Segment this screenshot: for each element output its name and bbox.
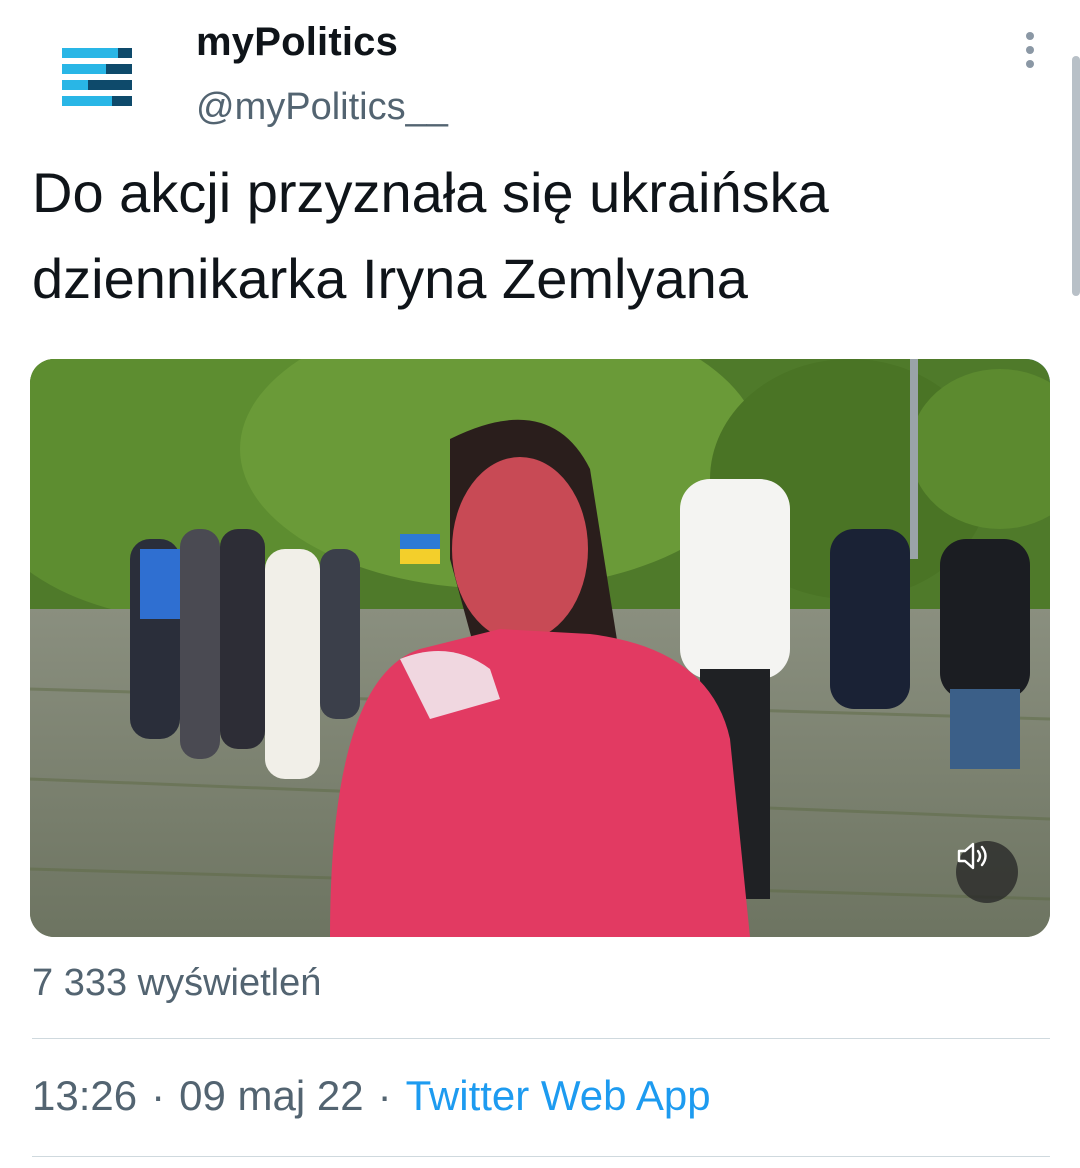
speaker-muted-icon bbox=[957, 842, 987, 870]
view-count: 7 333 wyświetleń bbox=[32, 962, 322, 1004]
scrollbar-thumb[interactable] bbox=[1072, 56, 1080, 296]
author-avatar[interactable] bbox=[58, 40, 136, 118]
video-frame bbox=[30, 359, 1050, 937]
meta-separator: · bbox=[151, 1072, 166, 1119]
tweet-date[interactable]: 09 maj 22 bbox=[179, 1072, 363, 1119]
author-handle[interactable]: @myPolitics__ bbox=[196, 86, 448, 129]
meta-separator: · bbox=[377, 1072, 392, 1119]
author-name[interactable]: myPolitics bbox=[196, 20, 398, 65]
divider bbox=[32, 1038, 1050, 1039]
tweet-text: Do akcji przyznała się ukraińska dzienni… bbox=[32, 161, 829, 310]
divider bbox=[32, 1156, 1050, 1157]
more-options-icon[interactable] bbox=[1014, 30, 1046, 70]
tweet-detail: myPolitics @myPolitics__ Do akcji przyzn… bbox=[0, 0, 1080, 1168]
tweet-video[interactable] bbox=[30, 359, 1050, 937]
tweet-time[interactable]: 13:26 bbox=[32, 1072, 137, 1119]
tweet-meta: 13:26 · 09 maj 22 · Twitter Web App bbox=[32, 1072, 711, 1120]
tweet-source-link[interactable]: Twitter Web App bbox=[406, 1072, 711, 1119]
mute-toggle-button[interactable] bbox=[956, 841, 1018, 903]
stacked-bars-logo-icon bbox=[62, 48, 132, 106]
